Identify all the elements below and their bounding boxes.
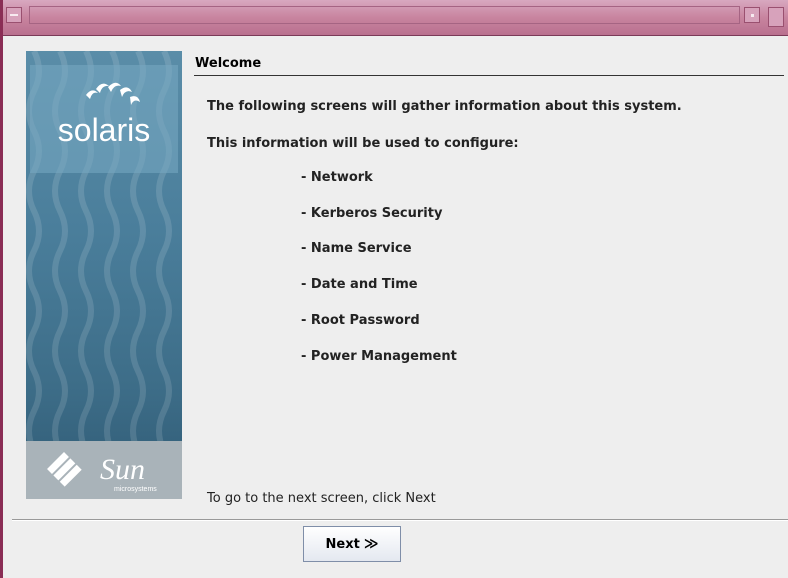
- minimize-button[interactable]: [744, 7, 760, 23]
- configure-heading: This information will be used to configu…: [207, 136, 519, 151]
- footer-hint: To go to the next screen, click Next: [207, 491, 436, 506]
- window-title: [29, 6, 740, 24]
- intro-text: The following screens will gather inform…: [207, 99, 682, 114]
- sun-microsystems-logo: Sun microsystems: [26, 441, 182, 499]
- next-button[interactable]: Next ≫: [303, 526, 401, 562]
- title-bar[interactable]: [3, 0, 788, 36]
- list-item: - Power Management: [301, 349, 457, 364]
- client-area: solaris Sun microsystems Welcome The fol…: [12, 36, 788, 578]
- branding-panel: solaris Sun microsystems: [26, 51, 182, 499]
- list-item: - Root Password: [301, 313, 420, 328]
- list-item: - Kerberos Security: [301, 206, 443, 221]
- microsystems-wordmark: microsystems: [114, 486, 157, 493]
- list-item: - Date and Time: [301, 277, 418, 292]
- window-menu-button[interactable]: [6, 7, 22, 23]
- page-title: Welcome: [195, 56, 262, 71]
- solaris-wordmark: solaris: [58, 112, 150, 148]
- title-divider: [194, 75, 784, 76]
- footer-divider-highlight: [12, 520, 788, 521]
- list-item: - Network: [301, 170, 373, 185]
- next-button-label: Next: [325, 536, 360, 552]
- installer-window: solaris Sun microsystems Welcome The fol…: [0, 0, 788, 578]
- double-chevron-right-icon: ≫: [363, 536, 379, 552]
- list-item: - Name Service: [301, 241, 412, 256]
- sun-wordmark: Sun: [100, 453, 145, 486]
- maximize-button[interactable]: [768, 7, 784, 27]
- solaris-logo: solaris: [30, 65, 178, 173]
